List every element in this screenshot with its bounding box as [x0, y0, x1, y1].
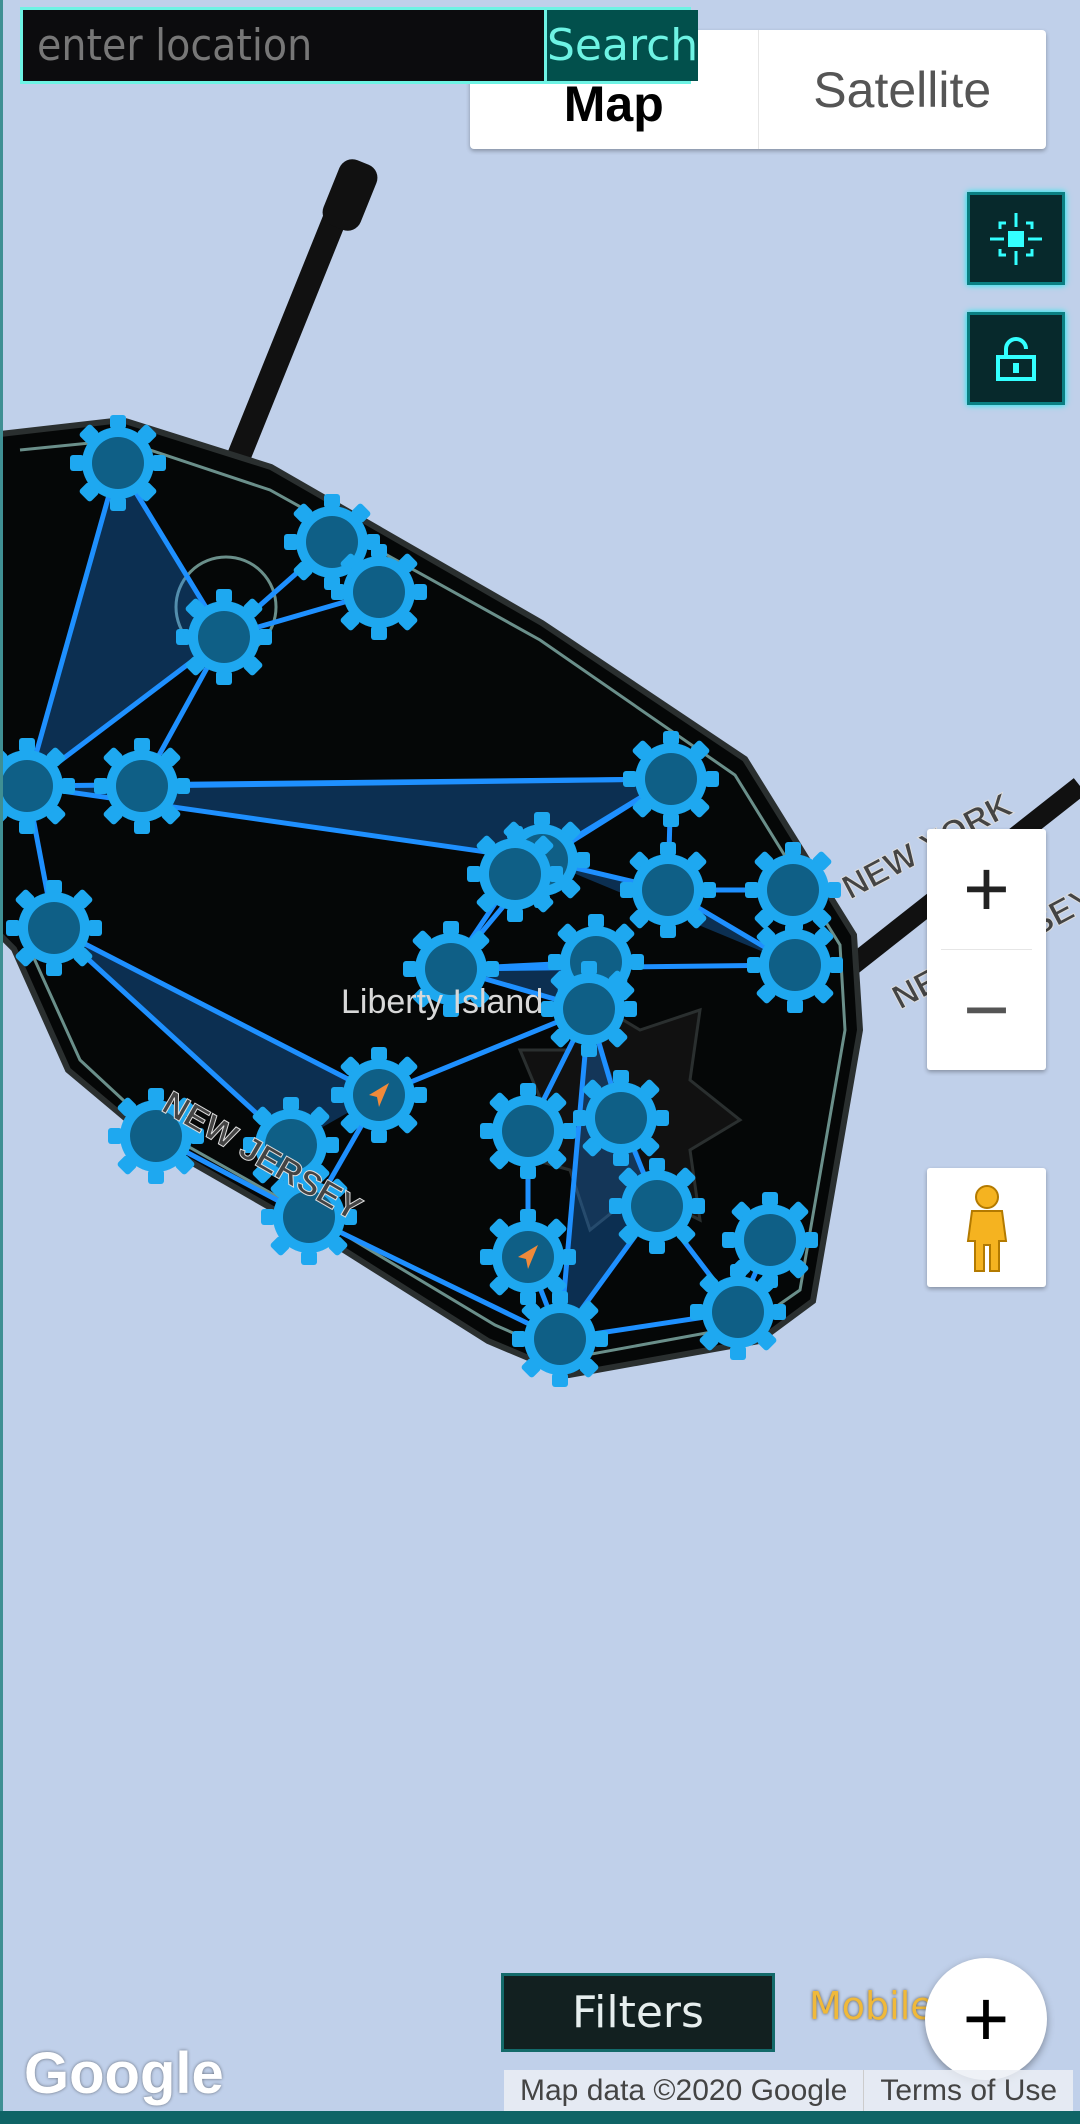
portal-marker[interactable] — [747, 917, 843, 1013]
zoom-control: + − — [927, 829, 1046, 1070]
attribution-bar: Map data ©2020 Google Terms of Use — [504, 2070, 1074, 2111]
mobile-link[interactable]: Mobile — [809, 1984, 934, 2028]
street-view-button[interactable] — [927, 1168, 1046, 1287]
portal-marker[interactable] — [70, 415, 166, 511]
search-button[interactable]: Search — [544, 10, 699, 81]
map-canvas[interactable]: Liberty Island NEW YORK NEW JERSEY NEW J… — [0, 0, 1080, 2124]
portal-marker[interactable] — [331, 544, 427, 640]
portal-marker[interactable] — [512, 1291, 608, 1387]
portal-marker[interactable] — [609, 1158, 705, 1254]
portal-marker[interactable] — [331, 1047, 427, 1143]
zoom-in-button[interactable]: + — [941, 829, 1032, 950]
portal-marker[interactable] — [176, 589, 272, 685]
lock-button[interactable] — [967, 312, 1065, 405]
portal-marker[interactable] — [94, 738, 190, 834]
portal-marker[interactable] — [6, 880, 102, 976]
location-search-input[interactable] — [23, 10, 544, 81]
pegman-icon — [966, 1184, 1007, 1272]
crosshair-icon — [990, 212, 1042, 265]
portal-marker[interactable] — [573, 1070, 669, 1166]
portal-marker[interactable] — [690, 1264, 786, 1360]
terms-link[interactable]: Terms of Use — [863, 2070, 1073, 2111]
search-bar: Search — [20, 7, 699, 84]
locate-button[interactable] — [967, 192, 1065, 285]
zoom-out-button[interactable]: − — [927, 950, 1046, 1070]
statue-arm — [225, 159, 378, 466]
google-logo: Google — [24, 2041, 224, 2106]
unlock-icon — [996, 336, 1036, 381]
bottom-bar — [0, 2111, 1080, 2124]
add-button[interactable]: + — [925, 1958, 1047, 2080]
map-data-attribution: Map data ©2020 Google — [520, 2073, 848, 2107]
portal-marker[interactable] — [480, 1209, 576, 1305]
portal-marker[interactable] — [467, 826, 563, 922]
portal-marker[interactable] — [623, 731, 719, 827]
filters-button[interactable]: Filters — [501, 1973, 775, 2052]
map-type-satellite-button[interactable]: Satellite — [759, 30, 1047, 149]
portal-marker[interactable] — [620, 842, 716, 938]
portal-marker[interactable] — [541, 961, 637, 1057]
portal-marker[interactable] — [480, 1083, 576, 1179]
island-label: Liberty Island — [341, 983, 543, 1021]
left-border — [0, 0, 3, 2124]
